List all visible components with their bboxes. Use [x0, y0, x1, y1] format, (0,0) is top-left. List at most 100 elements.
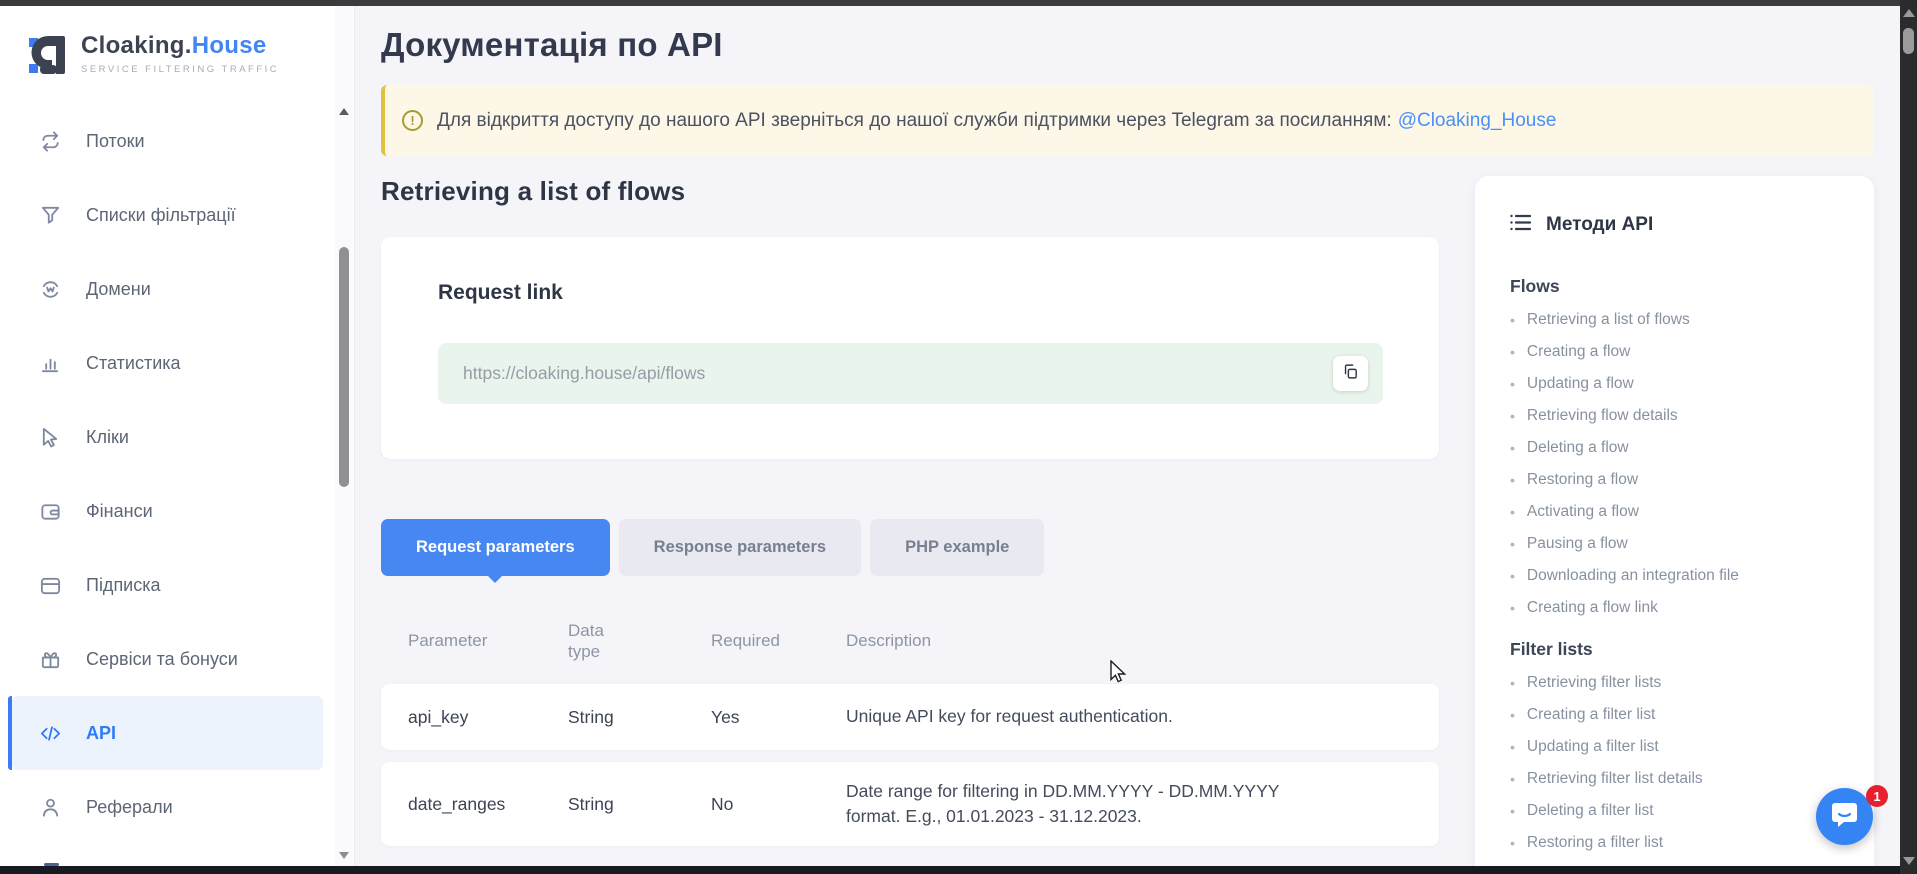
- sidebar: Cloaking.House SERVICE FILTERING TRAFFIC…: [0, 6, 355, 866]
- method-link[interactable]: •Restoring a filter list: [1510, 834, 1850, 852]
- docs-column: Retrieving a list of flows Request link …: [381, 176, 1439, 846]
- bullet-icon: •: [1510, 770, 1515, 788]
- method-link-label: Deleting a filter list: [1527, 802, 1654, 820]
- bullet-icon: •: [1510, 599, 1515, 617]
- sidebar-scroll-up-icon[interactable]: [339, 108, 349, 115]
- method-link[interactable]: • Creating a filter list: [1510, 706, 1850, 724]
- cell-parameter: date_ranges: [408, 794, 568, 815]
- method-link-label: Downloading an integration file: [1527, 567, 1739, 585]
- method-group-heading: Flows: [1510, 276, 1850, 297]
- method-link-label: Updating a filter list: [1527, 738, 1659, 756]
- request-url: https://cloaking.house/api/flows: [438, 343, 1383, 404]
- method-link[interactable]: • Updating a filter list: [1510, 738, 1850, 756]
- list-icon: [1510, 214, 1531, 236]
- sidebar-item-label: Домени: [86, 279, 151, 300]
- method-link[interactable]: • Pausing a flow: [1510, 535, 1850, 553]
- bullet-icon: •: [1510, 706, 1515, 724]
- method-link[interactable]: •Creating a flow link: [1510, 599, 1850, 617]
- sidebar-item-домени[interactable]: Домени: [0, 252, 323, 326]
- method-link[interactable]: • Downloading an integration file: [1510, 567, 1850, 585]
- cell-required: No: [711, 794, 846, 815]
- request-link-card: Request link https://cloaking.house/api/…: [381, 237, 1439, 459]
- wallet-icon: [38, 499, 62, 523]
- api-methods-panel: Методи API Flows•Retrieving a list of fl…: [1475, 176, 1874, 866]
- main-content: Документація по API ! Для відкриття дост…: [356, 6, 1900, 866]
- gift-icon: [38, 647, 62, 671]
- method-link[interactable]: • Retrieving a list of flows: [1510, 311, 1850, 329]
- notice-text: Для відкриття доступу до нашого API звер…: [437, 110, 1556, 132]
- page-scrollbar[interactable]: [1900, 0, 1917, 874]
- cell-data_type: String: [568, 794, 711, 815]
- bullet-icon: •: [1510, 567, 1515, 585]
- window-bottom-edge: [0, 866, 1900, 874]
- card-icon: [38, 573, 62, 597]
- request-link-title: Request link: [438, 281, 563, 305]
- bullet-icon: •: [1510, 311, 1515, 329]
- method-link[interactable]: •Retrieving filter lists: [1510, 674, 1850, 692]
- method-link-label: Retrieving a list of flows: [1527, 311, 1690, 329]
- sidebar-item-label: Потоки: [86, 131, 145, 152]
- bullet-icon: •: [1510, 439, 1515, 457]
- logo-icon: [26, 32, 68, 83]
- tab-php-example[interactable]: PHP example: [870, 519, 1044, 576]
- page-scrollbar-thumb[interactable]: [1903, 28, 1914, 54]
- sidebar-item-реферали[interactable]: Реферали: [0, 770, 323, 844]
- bullet-icon: •: [1510, 471, 1515, 489]
- method-link[interactable]: •Creating a flow: [1510, 343, 1850, 361]
- table-row: date_rangesStringNoDate range for filter…: [381, 762, 1439, 846]
- method-link-label: Activating a flow: [1527, 503, 1639, 521]
- column-header: Parameter: [408, 631, 568, 651]
- person-icon: [38, 795, 62, 819]
- cell-data_type: String: [568, 707, 711, 728]
- logo-title: Cloaking.House: [81, 32, 279, 60]
- section-title: Retrieving a list of flows: [381, 176, 1439, 207]
- method-link-label: Pausing a flow: [1527, 535, 1628, 553]
- cursor-icon: [38, 425, 62, 449]
- copy-icon: [1342, 363, 1359, 385]
- sidebar-item-label: Кліки: [86, 427, 129, 448]
- sidebar-item-підписка[interactable]: Підписка: [0, 548, 323, 622]
- method-link[interactable]: • Activating a flow: [1510, 503, 1850, 521]
- sidebar-scroll-down-icon[interactable]: [339, 852, 349, 859]
- sidebar-item-сервіси-та-бонуси[interactable]: Сервіси та бонуси: [0, 622, 323, 696]
- sync-icon: [38, 129, 62, 153]
- logo[interactable]: Cloaking.House SERVICE FILTERING TRAFFIC: [0, 6, 354, 83]
- sidebar-item-списки-фільтрації[interactable]: Списки фільтрації: [0, 178, 323, 252]
- sidebar-item-статистика[interactable]: Статистика: [0, 326, 323, 400]
- bullet-icon: •: [1510, 674, 1515, 692]
- bullet-icon: •: [1510, 375, 1515, 393]
- method-link[interactable]: •Restoring a flow: [1510, 471, 1850, 489]
- cell-description: Date range for filtering in DD.MM.YYYY -…: [846, 779, 1326, 830]
- method-link[interactable]: •Updating a flow: [1510, 375, 1850, 393]
- sidebar-item-кліки[interactable]: Кліки: [0, 400, 323, 474]
- sidebar-item-api[interactable]: API: [12, 696, 323, 770]
- sidebar-item-фінанси[interactable]: Фінанси: [0, 474, 323, 548]
- chart-icon: [38, 351, 62, 375]
- bullet-icon: •: [1510, 535, 1515, 553]
- copy-button[interactable]: [1333, 356, 1368, 391]
- page-scroll-up-icon[interactable]: [1903, 9, 1915, 17]
- bullet-icon: •: [1510, 503, 1515, 521]
- sidebar-item-label: Статистика: [86, 353, 181, 374]
- bullet-icon: •: [1510, 802, 1515, 820]
- page-scroll-down-icon[interactable]: [1903, 857, 1915, 865]
- chat-notification-badge: 1: [1866, 785, 1888, 807]
- chat-widget-button[interactable]: [1816, 788, 1873, 845]
- notice-banner: ! Для відкриття доступу до нашого API зв…: [381, 85, 1874, 156]
- column-header: Required: [711, 631, 846, 651]
- telegram-link[interactable]: @Cloaking_House: [1398, 110, 1557, 131]
- sidebar-item-label: Фінанси: [86, 501, 153, 522]
- sidebar-item-потоки[interactable]: Потоки: [0, 104, 323, 178]
- bullet-icon: •: [1510, 738, 1515, 756]
- tab-response-parameters[interactable]: Response parameters: [619, 519, 861, 576]
- method-link[interactable]: •Deleting a flow: [1510, 439, 1850, 457]
- sidebar-scrollbar-thumb[interactable]: [339, 247, 349, 487]
- sidebar-scrollbar[interactable]: [335, 6, 353, 866]
- method-link[interactable]: • Deleting a filter list: [1510, 802, 1850, 820]
- method-link-label: Creating a filter list: [1527, 706, 1655, 724]
- method-link[interactable]: •Retrieving filter list details: [1510, 770, 1850, 788]
- method-link[interactable]: •Retrieving flow details: [1510, 407, 1850, 425]
- chat-bubble-icon: [1830, 800, 1859, 834]
- cell-required: Yes: [711, 707, 846, 728]
- tab-request-parameters[interactable]: Request parameters: [381, 519, 610, 576]
